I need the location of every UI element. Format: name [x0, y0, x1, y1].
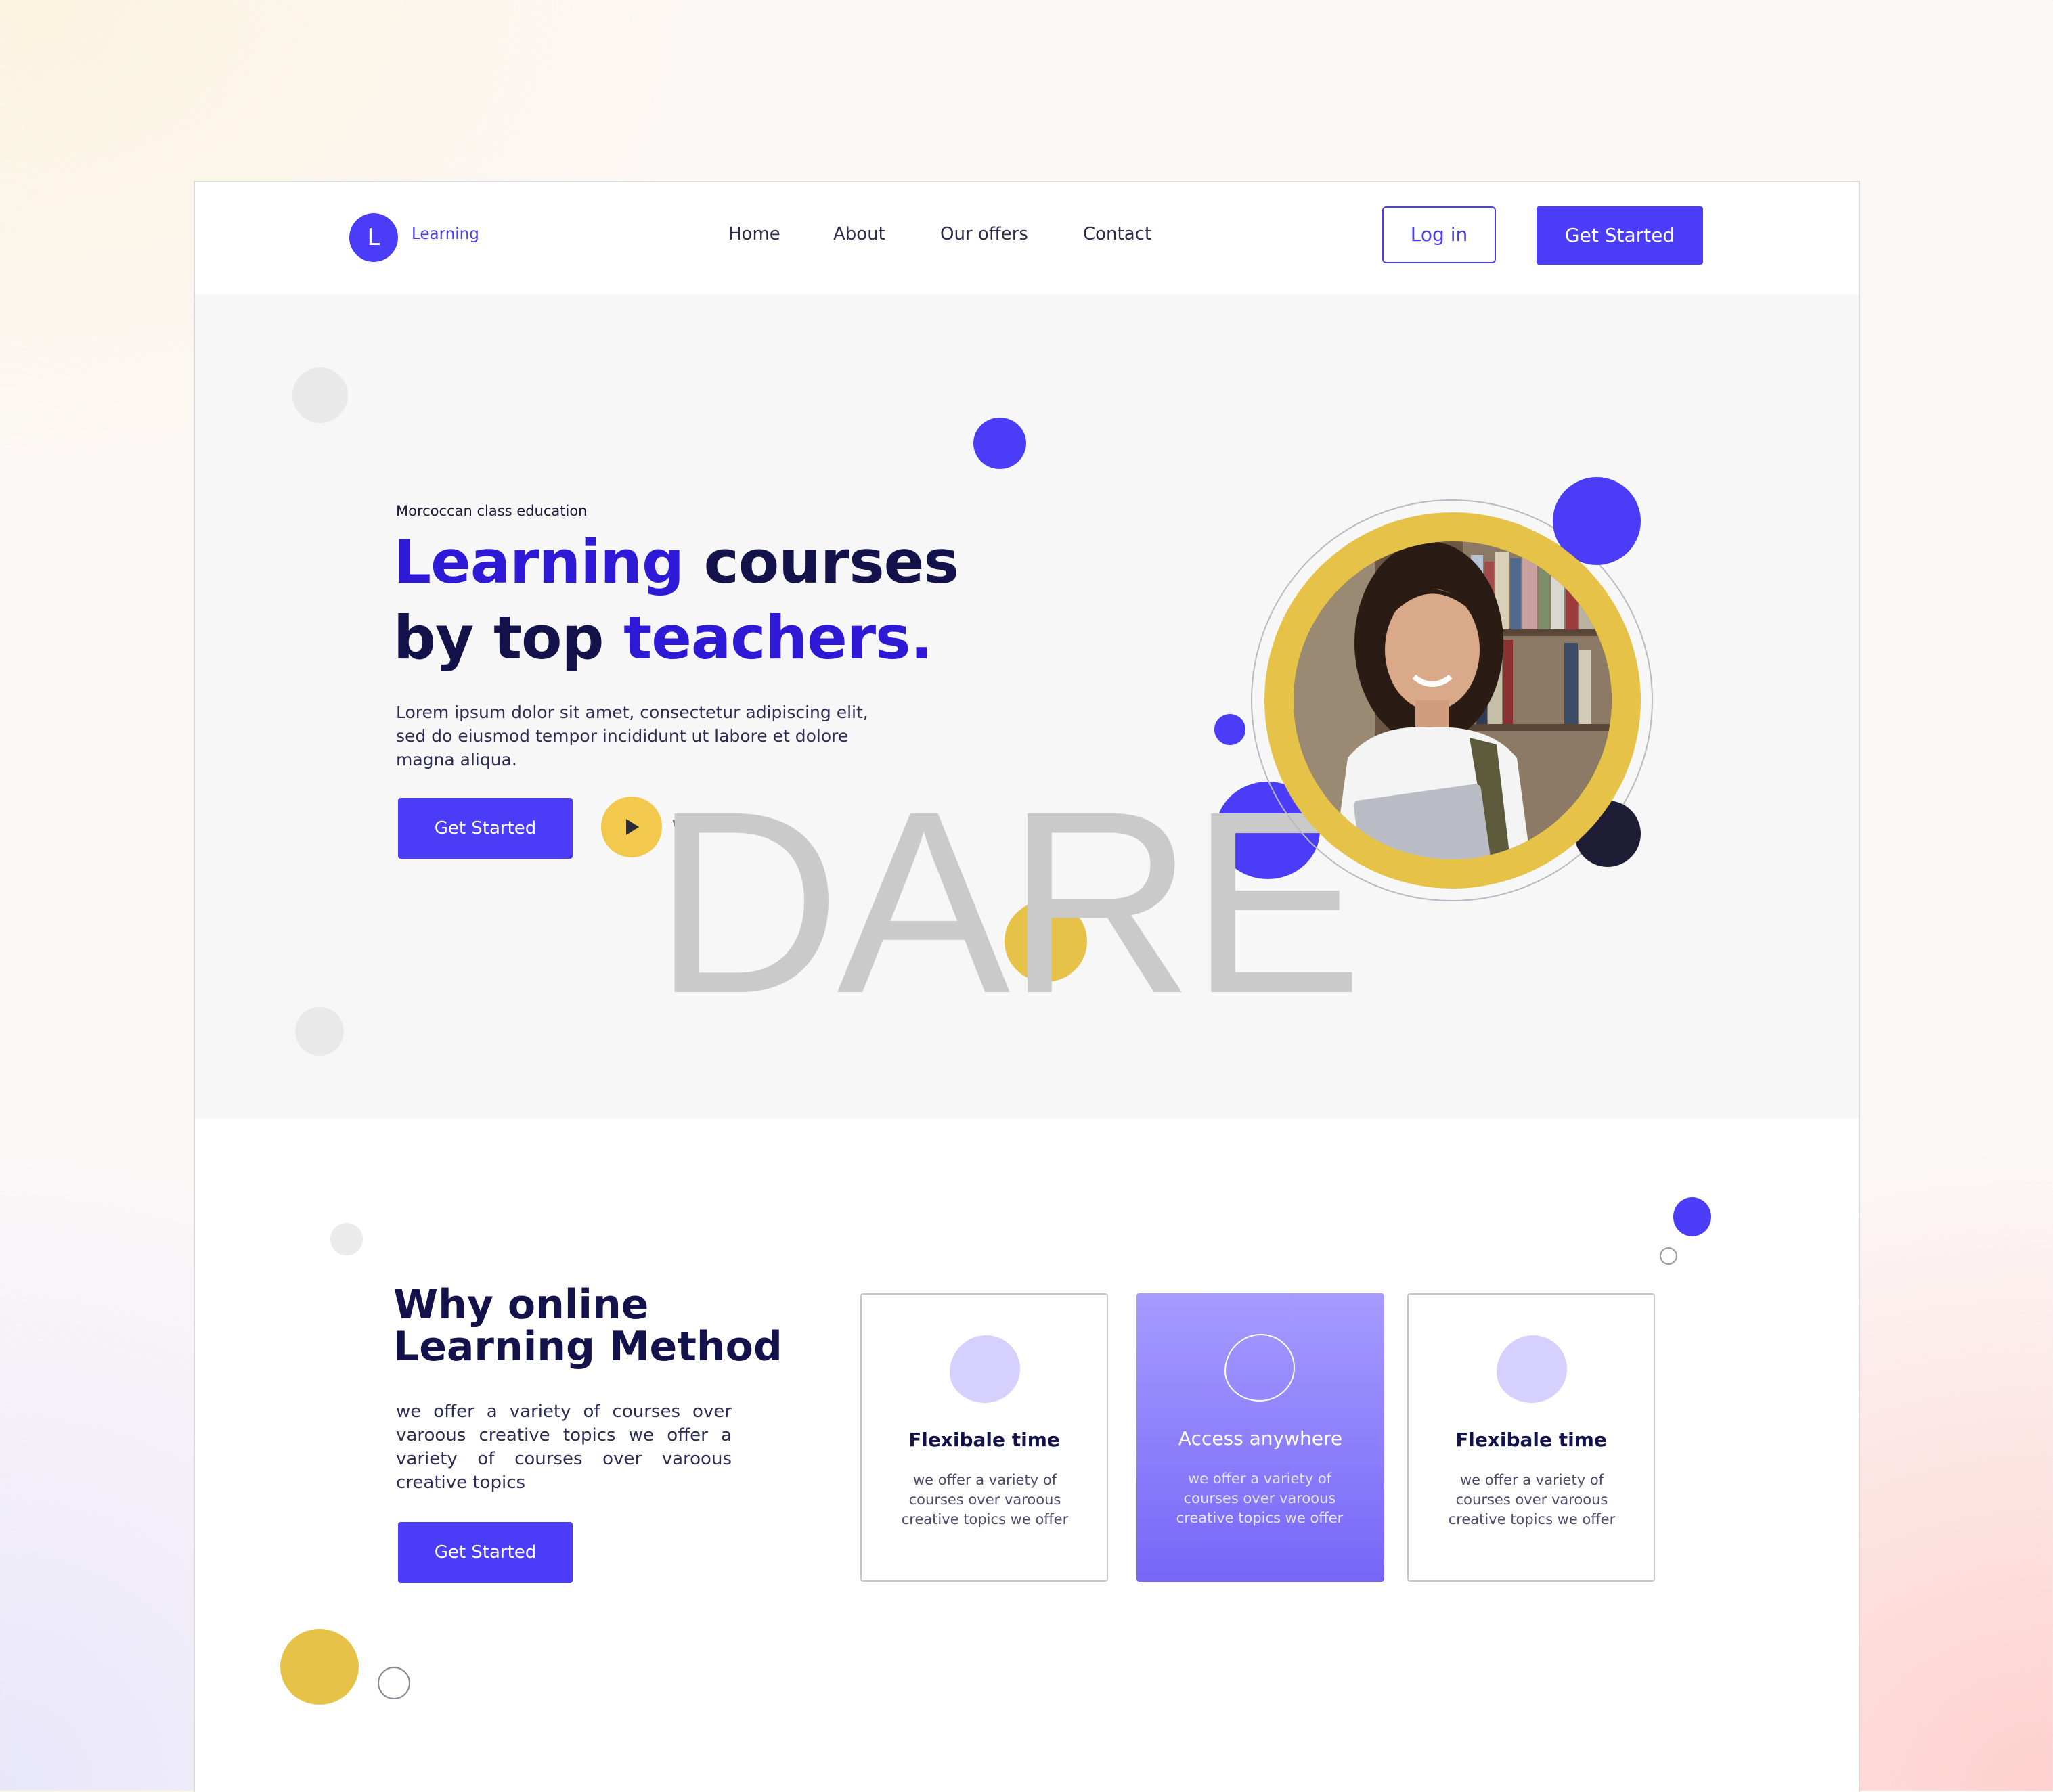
nav-link-about[interactable]: About: [833, 224, 885, 244]
card-title: Access anywhere: [1178, 1427, 1343, 1450]
feature-card[interactable]: Flexibale time we offer a variety of cou…: [860, 1293, 1108, 1582]
hero-section: Morcoccan class education Learning cours…: [195, 294, 1859, 1119]
card-description: we offer a variety of courses over varoo…: [1176, 1471, 1344, 1526]
card-title: Flexibale time: [908, 1429, 1060, 1451]
decor-blob-blue: [1214, 714, 1245, 745]
globe-icon: [1224, 1334, 1295, 1402]
headline-accent: teachers.: [623, 603, 933, 673]
clock-icon: [1497, 1335, 1567, 1403]
landing-page-frame: L Learning Home About Our offers Contact…: [194, 181, 1860, 1792]
card-description: we offer a variety of courses over varoo…: [1448, 1472, 1616, 1527]
card-title: Flexibale time: [1455, 1429, 1607, 1451]
decor-blob-yellow: [280, 1629, 359, 1705]
decor-blob-blue: [1673, 1197, 1711, 1236]
why-description: we offer a variety of courses over varoo…: [396, 1402, 732, 1493]
why-get-started-button[interactable]: Get Started: [398, 1522, 573, 1583]
decor-ring: [378, 1667, 410, 1699]
hero-get-started-button[interactable]: Get Started: [398, 798, 573, 859]
feature-card[interactable]: Flexibale time we offer a variety of cou…: [1407, 1293, 1655, 1582]
hero-eyebrow: Morcoccan class education: [396, 503, 588, 519]
nav-link-our-offers[interactable]: Our offers: [940, 224, 1028, 244]
decor-blob-gray: [295, 1007, 344, 1056]
login-button[interactable]: Log in: [1382, 206, 1496, 263]
top-navbar: L Learning Home About Our offers Contact…: [195, 182, 1859, 294]
card-description: we offer a variety of courses over varoo…: [901, 1472, 1069, 1527]
feature-card-active[interactable]: Access anywhere we offer a variety of co…: [1136, 1293, 1384, 1582]
headline-accent: Learning: [393, 527, 684, 597]
decor-blob-gray: [330, 1223, 363, 1255]
logo-icon[interactable]: L: [349, 213, 398, 262]
nav-link-home[interactable]: Home: [728, 224, 780, 244]
headline-text: courses: [684, 527, 959, 597]
nav-get-started-button[interactable]: Get Started: [1537, 206, 1703, 265]
student-portrait-illustration: [1294, 541, 1612, 859]
hero-headline: Learning courses by top teachers.: [393, 524, 959, 676]
headline-text: by top: [393, 603, 624, 673]
decor-blob-blue: [973, 418, 1026, 469]
student-portrait-image: [1294, 541, 1612, 859]
why-title: Why online Learning Method: [393, 1284, 782, 1368]
decor-ring: [1660, 1247, 1677, 1265]
nav-link-contact[interactable]: Contact: [1083, 224, 1151, 244]
clock-icon: [950, 1335, 1020, 1403]
why-title-line1: Why online: [393, 1281, 649, 1328]
why-title-line2: Learning Method: [393, 1323, 782, 1370]
decor-blob-gray: [292, 367, 348, 423]
overlay-word: DARE: [653, 757, 1363, 1048]
logo-text[interactable]: Learning: [412, 225, 479, 243]
